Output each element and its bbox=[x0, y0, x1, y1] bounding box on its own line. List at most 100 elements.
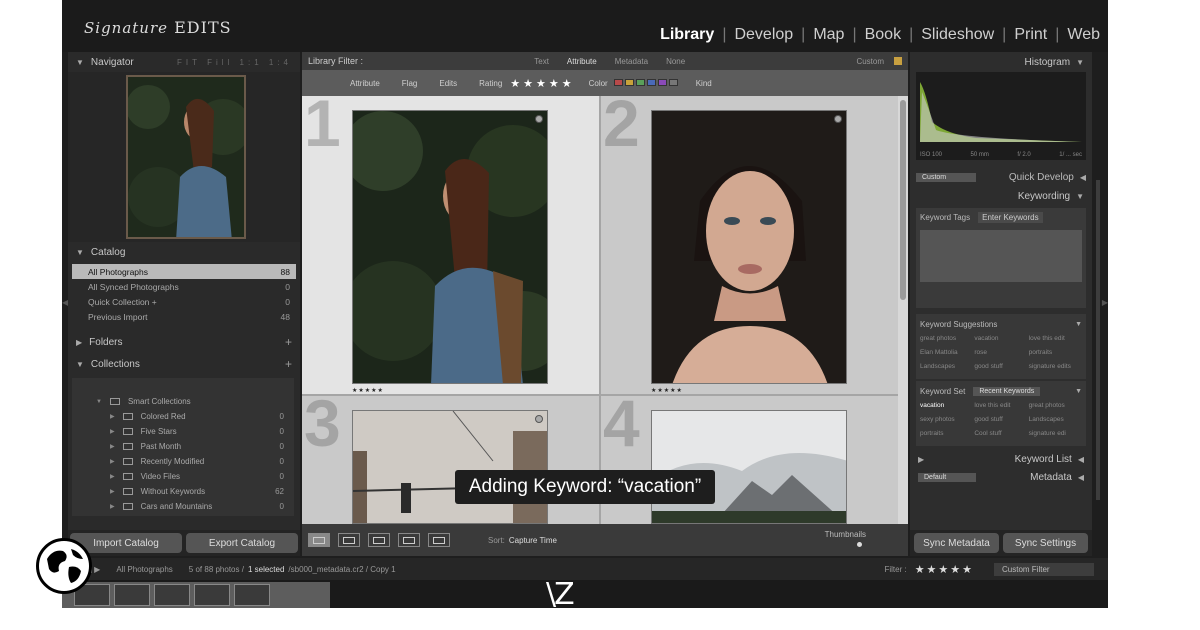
sync-settings-button[interactable]: Sync Settings bbox=[1003, 533, 1088, 553]
keyword-suggestion[interactable]: rose bbox=[974, 346, 1027, 359]
catalog-item-previous-import[interactable]: Previous Import 48 bbox=[72, 309, 296, 324]
catalog-item-all-photographs[interactable]: All Photographs 88 bbox=[72, 264, 296, 279]
keyword-suggestion[interactable]: vacation bbox=[974, 332, 1027, 345]
filter-tab-none[interactable]: None bbox=[666, 57, 685, 66]
add-folder-icon[interactable]: + bbox=[285, 335, 292, 349]
grid-cell[interactable]: 1 ★★★★★ bbox=[302, 96, 599, 394]
filter-preset-dropdown[interactable]: Custom bbox=[856, 57, 884, 66]
keyword-suggestions-header[interactable]: Keyword Suggestions ▼ bbox=[920, 316, 1082, 332]
keyword-suggestion[interactable]: great photos bbox=[920, 332, 973, 345]
keyword-tags-dropdown[interactable]: Enter Keywords bbox=[978, 211, 1043, 223]
filmstrip-thumbnail[interactable] bbox=[234, 584, 270, 606]
people-view-button[interactable] bbox=[428, 533, 450, 547]
keyword-set-item[interactable]: great photos bbox=[1029, 399, 1082, 412]
photo-thumbnail[interactable] bbox=[352, 110, 548, 384]
compare-view-button[interactable] bbox=[368, 533, 390, 547]
histogram-header[interactable]: Histogram ▼ bbox=[910, 52, 1092, 72]
filmstrip-source[interactable]: All Photographs bbox=[116, 565, 172, 574]
module-slideshow[interactable]: Slideshow bbox=[913, 26, 1002, 44]
keyword-suggestion[interactable]: signature edits bbox=[1029, 360, 1082, 373]
color-label-swatch[interactable] bbox=[613, 78, 623, 86]
color-label-swatch[interactable] bbox=[646, 78, 656, 86]
filmstrip-thumbnail[interactable] bbox=[114, 584, 150, 606]
module-develop[interactable]: Develop bbox=[726, 26, 801, 44]
filter-lock-icon[interactable] bbox=[894, 57, 902, 65]
color-label-swatch[interactable] bbox=[657, 78, 667, 86]
catalog-header[interactable]: ▼ Catalog bbox=[68, 242, 300, 262]
sort-dropdown[interactable]: Capture Time bbox=[509, 536, 557, 545]
collection-item[interactable]: ▶ Without Keywords 62 bbox=[72, 484, 294, 499]
keyword-set-item[interactable]: signature edi bbox=[1029, 427, 1082, 440]
filmstrip-custom-filter-dropdown[interactable]: Custom Filter bbox=[994, 562, 1094, 576]
module-print[interactable]: Print bbox=[1006, 26, 1055, 44]
color-label-swatch[interactable] bbox=[624, 78, 634, 86]
photo-rating-stars[interactable]: ★★★★★ bbox=[352, 387, 384, 394]
loupe-view-button[interactable] bbox=[338, 533, 360, 547]
keyword-suggestion[interactable]: portraits bbox=[1029, 346, 1082, 359]
module-book[interactable]: Book bbox=[857, 26, 909, 44]
keyword-suggestion[interactable]: Elan Mattolia bbox=[920, 346, 973, 359]
thumbnail-size-slider[interactable] bbox=[857, 542, 862, 547]
quick-develop-header[interactable]: Custom Quick Develop ◀ bbox=[910, 168, 1092, 186]
keywording-header[interactable]: Keywording ▼ bbox=[910, 186, 1092, 206]
filmstrip-thumbnail[interactable] bbox=[194, 584, 230, 606]
keyword-suggestion[interactable]: good stuff bbox=[974, 360, 1027, 373]
collection-item[interactable]: ▶ Video Files 0 bbox=[72, 469, 294, 484]
photo-thumbnail[interactable] bbox=[352, 410, 548, 524]
histogram[interactable]: ISO 100 50 mm f/ 2.0 1/ ... sec bbox=[916, 72, 1086, 160]
survey-view-button[interactable] bbox=[398, 533, 420, 547]
right-panel-scrollbar[interactable] bbox=[1094, 180, 1102, 500]
grid-cell[interactable]: 3 bbox=[302, 396, 599, 524]
keyword-set-item[interactable]: Landscapes bbox=[1029, 413, 1082, 426]
smart-collections-folder[interactable]: ▼ Smart Collections bbox=[72, 394, 294, 409]
navigator-header[interactable]: ▼ Navigator FIT Fill 1:1 1:4 bbox=[68, 52, 300, 72]
kind-filter[interactable]: Kind bbox=[696, 79, 712, 88]
photo-thumbnail[interactable] bbox=[651, 110, 847, 384]
color-label-swatch[interactable] bbox=[635, 78, 645, 86]
keyword-suggestion[interactable]: Landscapes bbox=[920, 360, 973, 373]
filter-tab-text[interactable]: Text bbox=[534, 57, 549, 66]
grid-cell[interactable]: 4 bbox=[601, 396, 898, 524]
module-library[interactable]: Library bbox=[652, 26, 722, 44]
keyword-set-item[interactable]: sexy photos bbox=[920, 413, 973, 426]
sync-metadata-button[interactable]: Sync Metadata bbox=[914, 533, 999, 553]
keyword-set-item[interactable]: portraits bbox=[920, 427, 973, 440]
folders-header[interactable]: ▶ Folders + bbox=[68, 332, 300, 352]
catalog-item-quick-collection[interactable]: Quick Collection + 0 bbox=[72, 294, 296, 309]
color-label-swatch[interactable] bbox=[668, 78, 678, 86]
rating-filter-stars[interactable]: ★★★★★ bbox=[510, 77, 574, 90]
module-map[interactable]: Map bbox=[805, 26, 852, 44]
keyword-input-area[interactable] bbox=[920, 230, 1082, 282]
catalog-item-synced[interactable]: All Synced Photographs 0 bbox=[72, 279, 296, 294]
edits-filter[interactable]: Edits bbox=[439, 79, 457, 88]
grid-view-button[interactable] bbox=[308, 533, 330, 547]
keyword-set-item[interactable]: vacation bbox=[920, 399, 973, 412]
add-collection-icon[interactable]: + bbox=[285, 357, 292, 371]
collection-item[interactable]: ▶ Recently Modified 0 bbox=[72, 454, 294, 469]
collection-item[interactable]: ▶ Cars and Mountains 0 bbox=[72, 499, 294, 514]
flag-filter[interactable]: Flag bbox=[402, 79, 418, 88]
keyword-list-header[interactable]: ▶ Keyword List ◀ bbox=[910, 450, 1092, 468]
keyword-set-item[interactable]: love this edit bbox=[974, 399, 1027, 412]
collection-item[interactable]: ▶ Five Stars 0 bbox=[72, 424, 294, 439]
filter-tab-attribute[interactable]: Attribute bbox=[567, 57, 597, 66]
right-panel-collapse-icon[interactable]: ▶ bbox=[1102, 298, 1108, 307]
metadata-preset-dropdown[interactable]: Default bbox=[918, 472, 976, 482]
scrollbar-thumb[interactable] bbox=[900, 100, 906, 300]
filmstrip-rating-filter[interactable]: ★★★★★ bbox=[915, 563, 974, 576]
module-web[interactable]: Web bbox=[1059, 26, 1108, 44]
grid-scrollbar[interactable] bbox=[898, 96, 908, 524]
keyword-set-item[interactable]: Cool stuff bbox=[974, 427, 1027, 440]
navigator-preview[interactable] bbox=[68, 72, 300, 242]
collection-item[interactable]: ▶ Past Month 0 bbox=[72, 439, 294, 454]
filter-tab-metadata[interactable]: Metadata bbox=[615, 57, 648, 66]
keyword-set-dropdown[interactable]: Recent Keywords bbox=[973, 386, 1041, 396]
collection-item[interactable]: ▶ Colored Red 0 bbox=[72, 409, 294, 424]
photo-rating-stars[interactable]: ★★★★★ bbox=[651, 387, 683, 394]
collections-header[interactable]: ▼ Collections + bbox=[68, 354, 300, 374]
photo-thumbnail[interactable] bbox=[651, 410, 847, 524]
keyword-set-header[interactable]: Keyword Set Recent Keywords ▼ bbox=[920, 383, 1082, 399]
keyword-suggestion[interactable]: love this edit bbox=[1029, 332, 1082, 345]
metadata-header[interactable]: Default Metadata ◀ bbox=[910, 468, 1092, 486]
filmstrip-thumbnail[interactable] bbox=[154, 584, 190, 606]
